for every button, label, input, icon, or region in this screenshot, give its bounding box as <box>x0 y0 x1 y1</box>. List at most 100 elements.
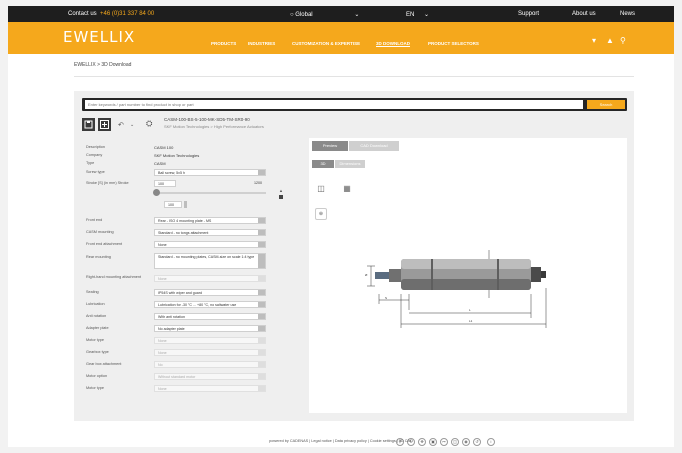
sealing-select[interactable]: IP54S with wiper and guard <box>154 289 266 296</box>
chevron-down-icon <box>258 230 265 235</box>
chevron-down-icon <box>258 386 265 391</box>
select-value: IP54S with wiper and guard <box>158 291 202 295</box>
filter-icon[interactable]: ⛭ <box>146 119 152 129</box>
field-label: Rear mounting <box>86 255 111 259</box>
chevron-up-icon: ▲ <box>279 188 283 193</box>
select-value: Lubrication for -30 °C ... +80 °C, no sa… <box>158 303 237 307</box>
svg-text:S: S <box>385 296 387 300</box>
news-link[interactable]: News <box>620 11 635 17</box>
select-value: Ball screw, 5x5 h <box>158 171 185 175</box>
stroke-slider-handle[interactable] <box>153 189 160 196</box>
page: Contact us +46 (0)31 337 84 00 ○ Global … <box>8 6 674 447</box>
select-value: Rear - ISO 4 mounting plate - MS <box>158 219 212 223</box>
chevron-down-icon <box>258 314 265 319</box>
nav-products[interactable]: PRODUCTS <box>211 41 236 46</box>
field-label: Adapter plate <box>86 326 109 330</box>
footer-links[interactable]: powered by CADENAS | Legal notice | Data… <box>8 439 674 443</box>
select-value: None <box>158 277 167 281</box>
stroke-max: 1200 <box>254 181 262 185</box>
stroke-slider-track[interactable] <box>154 192 266 194</box>
input-value: 100 <box>158 182 164 186</box>
language-label: EN <box>406 12 415 18</box>
stroke-stepper[interactable]: 100 <box>164 201 182 208</box>
motor-option-select[interactable]: Without standard motor <box>154 373 266 380</box>
phone-link[interactable]: +46 (0)31 337 84 00 <box>100 11 154 17</box>
field-label: Gearbox type <box>86 350 109 354</box>
main-navigation: EWELLIX PRODUCTS INDUSTRIES CUSTOMIZATIO… <box>8 22 674 54</box>
product-title: CASM-100-BS-5-100-MK-SD5-TM-SR0-90 <box>164 117 250 122</box>
select-value: None <box>158 339 167 343</box>
field-value: SKF Motion Technologies <box>154 153 200 158</box>
utility-bar: Contact us +46 (0)31 337 84 00 ○ Global … <box>8 6 674 22</box>
search-icon[interactable]: ⚲ <box>620 36 626 45</box>
select-value: Standard - no mounting plates, CASM-size… <box>158 255 255 259</box>
cart-icon[interactable]: ▾ <box>592 36 596 45</box>
chevron-down-icon <box>258 254 265 268</box>
gearbox-type-select[interactable]: None <box>154 349 266 356</box>
rod-end <box>389 269 401 282</box>
svg-text:Ø: Ø <box>365 273 368 277</box>
rear-mounting-select[interactable]: Standard - no mounting plates, CASM-size… <box>154 253 266 269</box>
stepper-arrows[interactable] <box>184 201 187 208</box>
actuator-body-shadow <box>401 279 531 290</box>
save-icon[interactable] <box>82 118 95 131</box>
nav-product-selectors[interactable]: PRODUCT SELECTORS <box>428 41 479 46</box>
user-icon[interactable]: ▲ <box>606 36 614 45</box>
region-selector[interactable]: ○ Global ⌄ <box>290 11 359 18</box>
field-label: Sealing <box>86 290 99 294</box>
slider-arrows[interactable]: ▲ <box>279 189 283 205</box>
logo[interactable]: EWELLIX <box>63 28 135 46</box>
field-label: Front end <box>86 218 103 222</box>
nav-industries[interactable]: INDUSTRIES <box>248 41 275 46</box>
svg-text:L1: L1 <box>469 319 473 323</box>
select-value: None <box>158 351 167 355</box>
search-button[interactable]: Search <box>587 100 625 109</box>
select-value: No adapter plate <box>158 327 185 331</box>
gearbox-attachment-select[interactable]: No <box>154 361 266 368</box>
chevron-down-icon: ⌄ <box>424 12 430 18</box>
field-label: Anti rotation <box>86 314 107 318</box>
chevron-down-icon[interactable]: ⌄ <box>130 122 134 128</box>
screw-type-select[interactable]: Ball screw, 5x5 h <box>154 169 266 176</box>
chevron-down-icon <box>258 362 265 367</box>
chevron-down-icon <box>258 350 265 355</box>
field-label: Stroke [S] (in mm) Stroke <box>86 181 129 185</box>
breadcrumb: EWELLIX > 3D Download <box>74 62 132 68</box>
field-label: Screw type <box>86 170 105 174</box>
support-link[interactable]: Support <box>518 11 539 17</box>
nav-customization[interactable]: CUSTOMIZATION & EXPERTISE <box>292 41 360 46</box>
motor-type-select[interactable]: None <box>154 337 266 344</box>
add-icon[interactable] <box>98 118 111 131</box>
anti-rotation-select[interactable]: With anti rotation <box>154 313 266 320</box>
product-path[interactable]: SKF Motion Technologies > High Performan… <box>164 124 264 129</box>
field-label: Right-hand mounting attachment <box>86 275 142 279</box>
field-label: Motor type <box>86 338 104 342</box>
about-link[interactable]: About us <box>572 11 596 17</box>
stepper-value: 100 <box>168 203 174 207</box>
nav-3d-download[interactable]: 3D DOWNLOAD <box>376 41 410 46</box>
casm-mounting-select[interactable]: Standard - no tongs attachment <box>154 229 266 236</box>
front-end-select[interactable]: Rear - ISO 4 mounting plate - MS <box>154 217 266 224</box>
motor-type-2-select[interactable]: None <box>154 385 266 392</box>
stroke-input[interactable]: 100 <box>154 180 176 187</box>
search-bar: Search <box>82 98 627 111</box>
chevron-down-icon <box>258 170 265 175</box>
field-label: Company <box>86 153 103 157</box>
field-value: CASM <box>154 161 166 166</box>
contact-link[interactable]: Contact us <box>68 11 97 17</box>
lubrication-select[interactable]: Lubrication for -30 °C ... +80 °C, no sa… <box>154 301 266 308</box>
adapter-plate-select[interactable]: No adapter plate <box>154 325 266 332</box>
piston-rod <box>375 272 389 279</box>
front-end-attachment-select[interactable]: None <box>154 241 266 248</box>
chevron-down-icon <box>258 218 265 223</box>
select-value: None <box>158 387 167 391</box>
undo-icon[interactable]: ↶ <box>118 121 124 129</box>
search-input[interactable] <box>85 100 583 109</box>
language-selector[interactable]: EN ⌄ <box>406 11 429 18</box>
rh-attachment-select[interactable]: None <box>154 275 266 282</box>
field-label: Front end attachment <box>86 242 123 246</box>
field-label: Lubrication <box>86 302 105 306</box>
cad-viewer: Preview CAD Download 3D Dimensions ◫ ▦ ⊕ <box>309 138 627 446</box>
configurator-panel: Search ↶ ⌄ ⛭ CASM-100-BS-5-100-MK-SD5-TM… <box>74 91 634 446</box>
svg-text:L: L <box>469 308 471 312</box>
